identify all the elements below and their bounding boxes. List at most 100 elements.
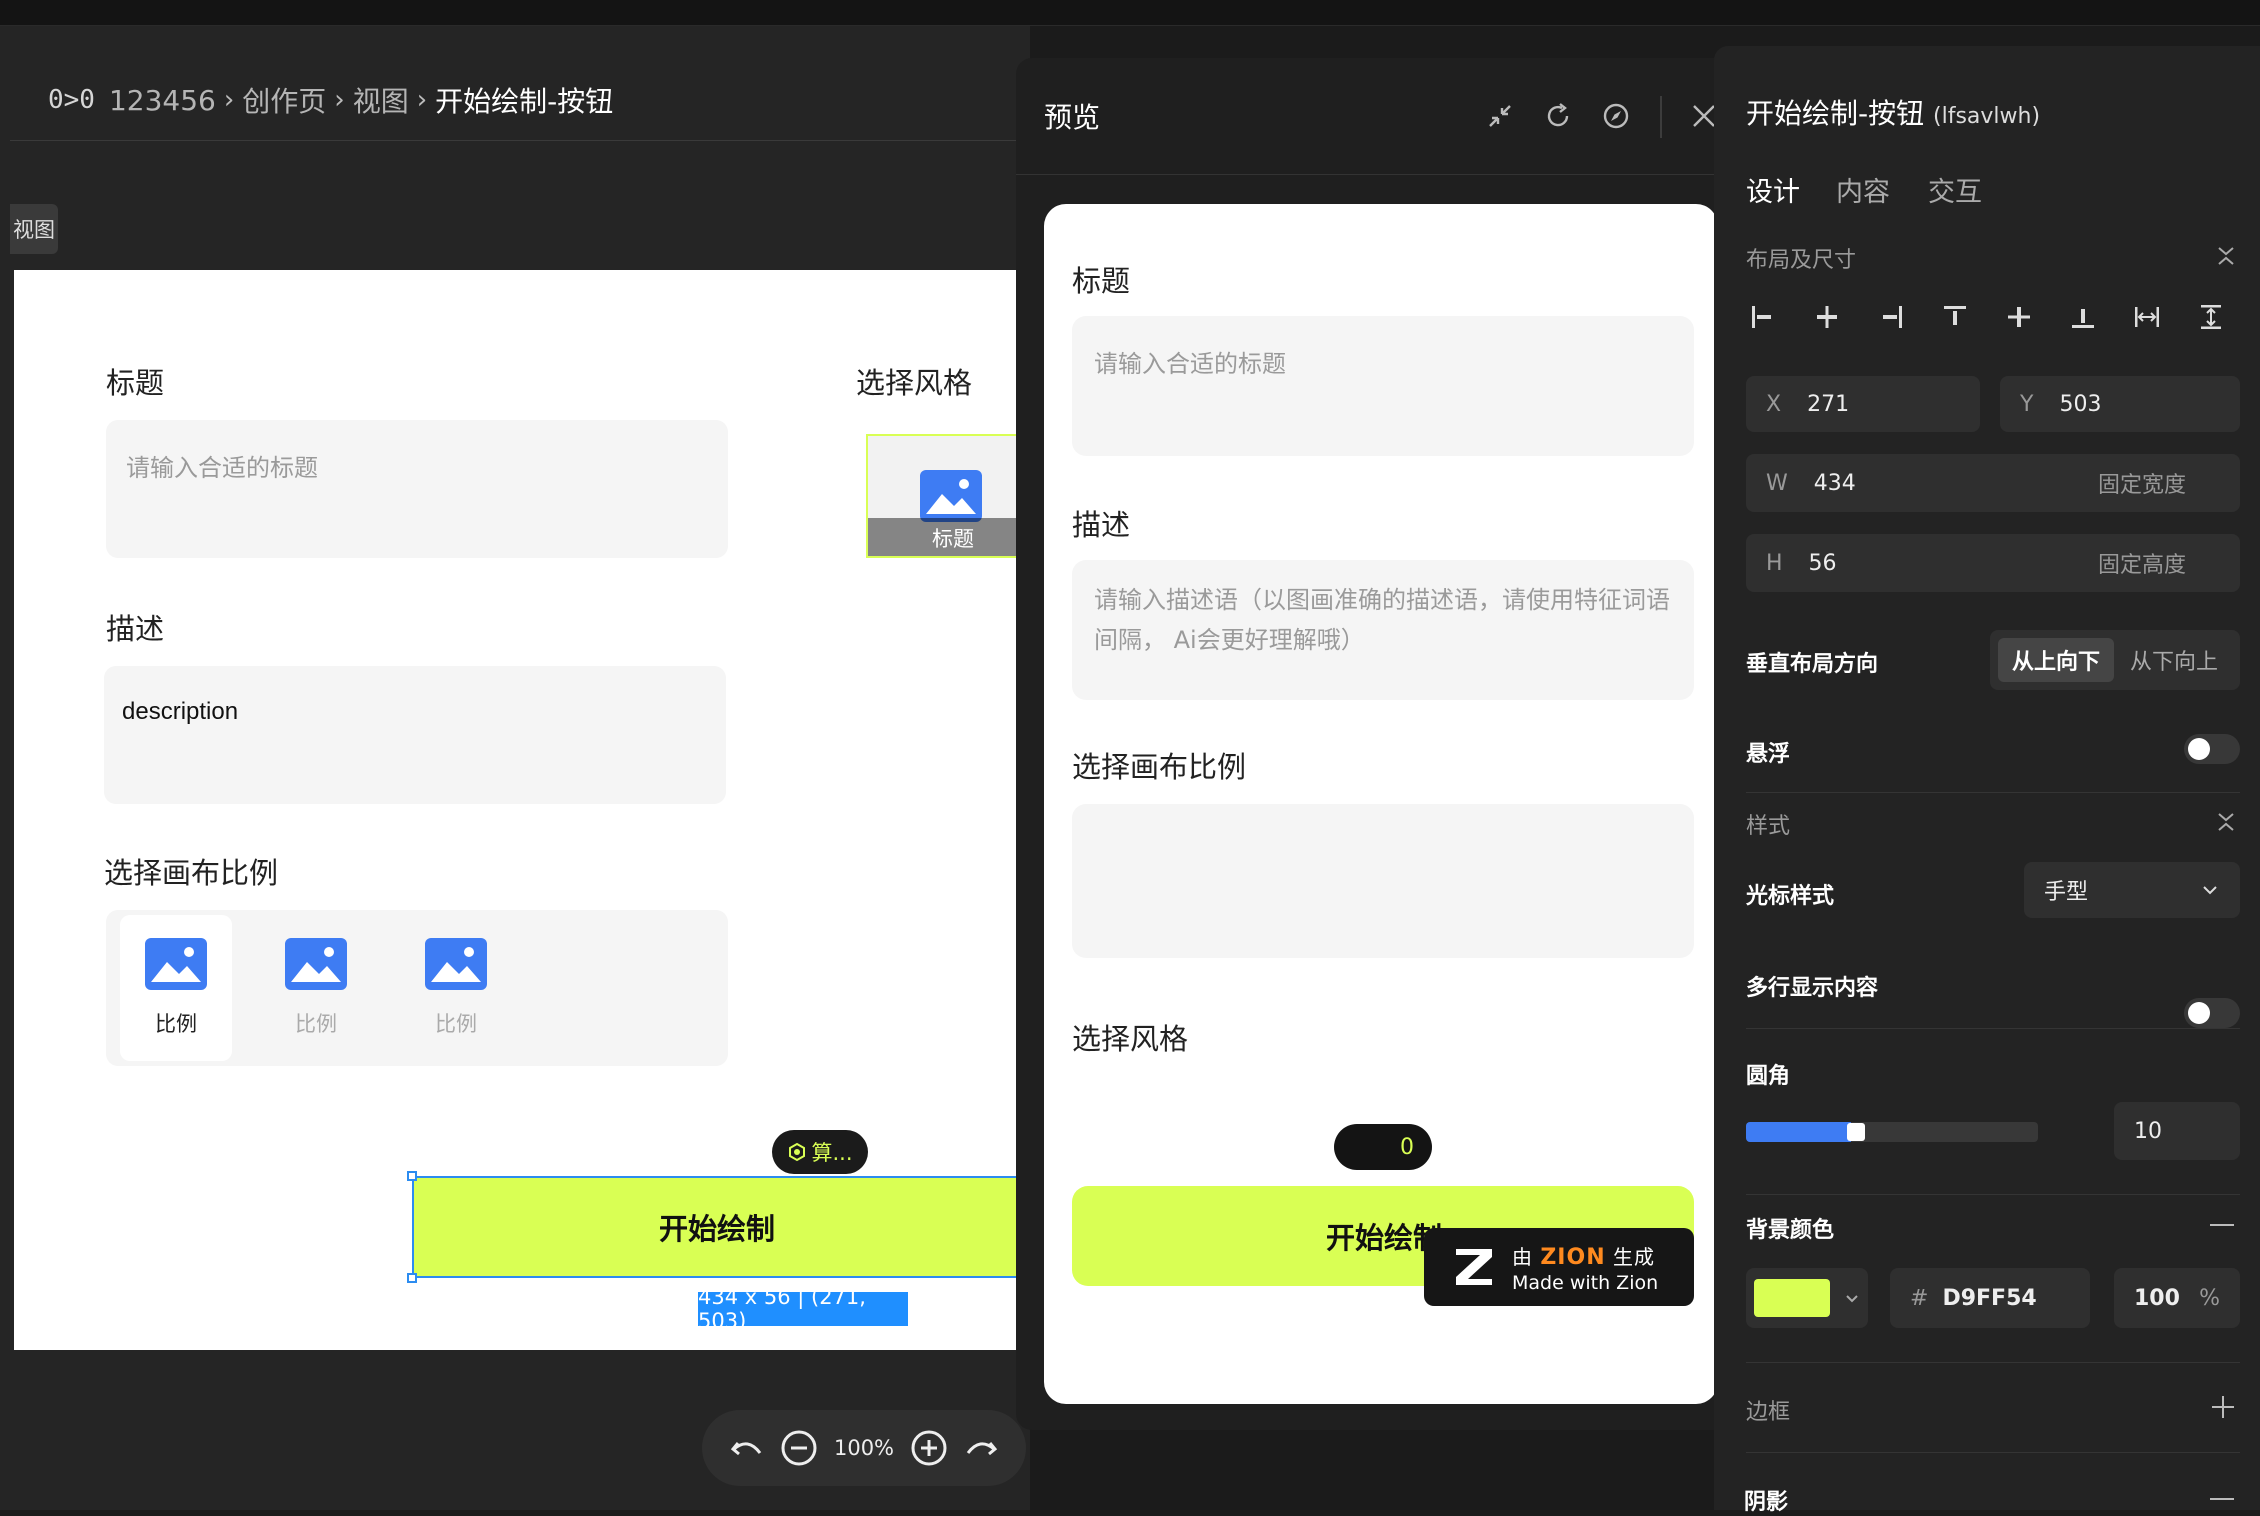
style-card-label: 标题 xyxy=(868,518,1016,556)
ratio-option[interactable]: 比例 xyxy=(120,915,232,1061)
refresh-icon[interactable] xyxy=(1544,102,1572,130)
preview-title-placeholder: 请输入合适的标题 xyxy=(1094,350,1286,378)
desc-input[interactable]: description xyxy=(104,666,726,804)
zion-badge[interactable]: 由 ZION 生成 Made with Zion xyxy=(1424,1228,1694,1306)
divider xyxy=(1660,96,1662,138)
image-icon xyxy=(425,938,487,990)
breadcrumb-view[interactable]: 视图 xyxy=(353,80,409,120)
calc-pill[interactable]: 算... xyxy=(772,1130,868,1174)
breadcrumb-project[interactable]: 123456 xyxy=(109,84,216,117)
preview-title-input[interactable]: 请输入合适的标题 xyxy=(1072,316,1694,456)
title-input[interactable]: 请输入合适的标题 xyxy=(106,420,728,558)
align-bottom-icon[interactable] xyxy=(2068,302,2098,332)
align-right-icon[interactable] xyxy=(1876,302,1906,332)
code-icon[interactable]: 0>0 xyxy=(48,85,95,115)
tab-interaction[interactable]: 交互 xyxy=(1928,170,1982,209)
radius-value: 10 xyxy=(2134,1118,2162,1144)
ratio-option-label: 比例 xyxy=(295,1012,337,1036)
align-center-v-icon[interactable] xyxy=(2004,302,2034,332)
plus-icon[interactable] xyxy=(2210,1394,2236,1420)
y-field[interactable]: Y 503 xyxy=(2000,376,2240,432)
badge-brand: ZION xyxy=(1540,1244,1606,1270)
w-value: 434 xyxy=(1813,470,1856,496)
tab-content[interactable]: 内容 xyxy=(1836,170,1890,209)
distribute-horizontal-icon[interactable] xyxy=(2132,302,2162,332)
divider xyxy=(10,140,1020,141)
redo-icon[interactable] xyxy=(964,1433,998,1463)
direction-option-top-down[interactable]: 从上向下 xyxy=(1998,638,2114,682)
h-field[interactable]: H 56 固定高度 xyxy=(1746,534,2240,592)
radius-slider-handle[interactable] xyxy=(1847,1123,1865,1141)
divider xyxy=(1746,1028,2240,1029)
resize-handle[interactable] xyxy=(407,1171,417,1181)
color-swatch xyxy=(1754,1279,1830,1317)
badge-suffix: 生成 xyxy=(1612,1244,1655,1269)
shadow-label: 阴影 xyxy=(1744,1490,1789,1515)
style-card[interactable]: 标题 xyxy=(866,434,1016,558)
preview-counter: 0 xyxy=(1334,1124,1432,1170)
ratio-selector: 比例 比例 比例 xyxy=(106,910,728,1066)
collapse-section-icon[interactable] xyxy=(2214,244,2238,268)
image-icon xyxy=(285,938,347,990)
direction-option-bottom-up[interactable]: 从下向上 xyxy=(2116,638,2232,682)
start-draw-button[interactable]: 开始绘制 xyxy=(412,1176,1022,1278)
bg-opacity-input[interactable]: 100 % xyxy=(2114,1268,2240,1328)
collapse-icon[interactable] xyxy=(1486,102,1514,130)
view-tag[interactable]: 视图 xyxy=(10,204,58,254)
zoom-in-icon[interactable] xyxy=(909,1428,949,1468)
x-field[interactable]: X 271 xyxy=(1746,376,1980,432)
radius-slider[interactable] xyxy=(1746,1122,2038,1142)
float-label: 悬浮 xyxy=(1746,742,1791,767)
align-left-icon[interactable] xyxy=(1748,302,1778,332)
divider xyxy=(1746,1362,2240,1363)
resize-handle[interactable] xyxy=(407,1273,417,1283)
preview-desc-placeholder: 请输入描述语（以图画准确的描述语，请使用特征词语间隔， Ai会更好理解哦） xyxy=(1094,586,1670,654)
direction-toggle: 从上向下 从下向上 xyxy=(1990,630,2240,690)
zoom-out-icon[interactable] xyxy=(779,1428,819,1468)
breadcrumb-page[interactable]: 创作页 xyxy=(242,80,326,120)
zoom-bar: 100% xyxy=(702,1410,1026,1486)
distribute-vertical-icon[interactable] xyxy=(2196,302,2226,332)
breadcrumb-current: 开始绘制-按钮 xyxy=(435,85,614,118)
divider xyxy=(1746,1194,2240,1195)
align-top-icon[interactable] xyxy=(1940,302,1970,332)
y-value: 503 xyxy=(2059,391,2102,417)
multiline-toggle[interactable] xyxy=(2184,998,2240,1028)
ratio-option-label: 比例 xyxy=(155,1012,197,1036)
desc-value: description xyxy=(122,698,239,725)
percent-label: % xyxy=(2199,1285,2220,1311)
toggle-knob xyxy=(2188,1002,2210,1024)
preview-ratio-selector[interactable] xyxy=(1072,804,1694,958)
h-mode[interactable]: 固定高度 xyxy=(2098,547,2186,579)
bg-color-label: 背景颜色 xyxy=(1746,1218,1835,1243)
bg-color-swatch-picker[interactable] xyxy=(1746,1268,1868,1328)
collapse-section-icon[interactable] xyxy=(2214,810,2238,834)
top-strip xyxy=(0,0,2260,26)
layout-section-title: 布局及尺寸 xyxy=(1746,248,1857,273)
minus-icon[interactable] xyxy=(2210,1224,2234,1226)
compass-icon[interactable] xyxy=(1602,102,1630,130)
ratio-option[interactable]: 比例 xyxy=(400,915,512,1061)
breadcrumb: 0>0 123456 › 创作页 › 视图 › 开始绘制-按钮 xyxy=(48,80,613,120)
ratio-option-label: 比例 xyxy=(435,1012,477,1036)
multiline-label: 多行显示内容 xyxy=(1746,976,1879,1001)
tab-design[interactable]: 设计 xyxy=(1746,170,1800,209)
title-label: 标题 xyxy=(106,366,165,400)
undo-icon[interactable] xyxy=(730,1433,764,1463)
minus-icon[interactable] xyxy=(2210,1498,2234,1500)
w-label: W xyxy=(1766,470,1788,496)
chevron-right-icon: › xyxy=(334,85,345,115)
ratio-option[interactable]: 比例 xyxy=(260,915,372,1061)
cursor-select[interactable]: 手型 xyxy=(2024,862,2240,918)
preview-desc-input[interactable]: 请输入描述语（以图画准确的描述语，请使用特征词语间隔， Ai会更好理解哦） xyxy=(1072,560,1694,700)
bg-hex-input[interactable]: # D9FF54 xyxy=(1890,1268,2090,1328)
w-field[interactable]: W 434 固定宽度 xyxy=(1746,454,2240,512)
align-center-h-icon[interactable] xyxy=(1812,302,1842,332)
zoom-level: 100% xyxy=(833,1436,895,1460)
radius-input[interactable]: 10 xyxy=(2114,1102,2240,1160)
divider xyxy=(1016,174,1716,175)
float-toggle[interactable] xyxy=(2184,734,2240,764)
w-mode[interactable]: 固定宽度 xyxy=(2098,467,2186,499)
preview-title-label: 标题 xyxy=(1072,264,1131,298)
style-section-title: 样式 xyxy=(1746,814,1791,839)
